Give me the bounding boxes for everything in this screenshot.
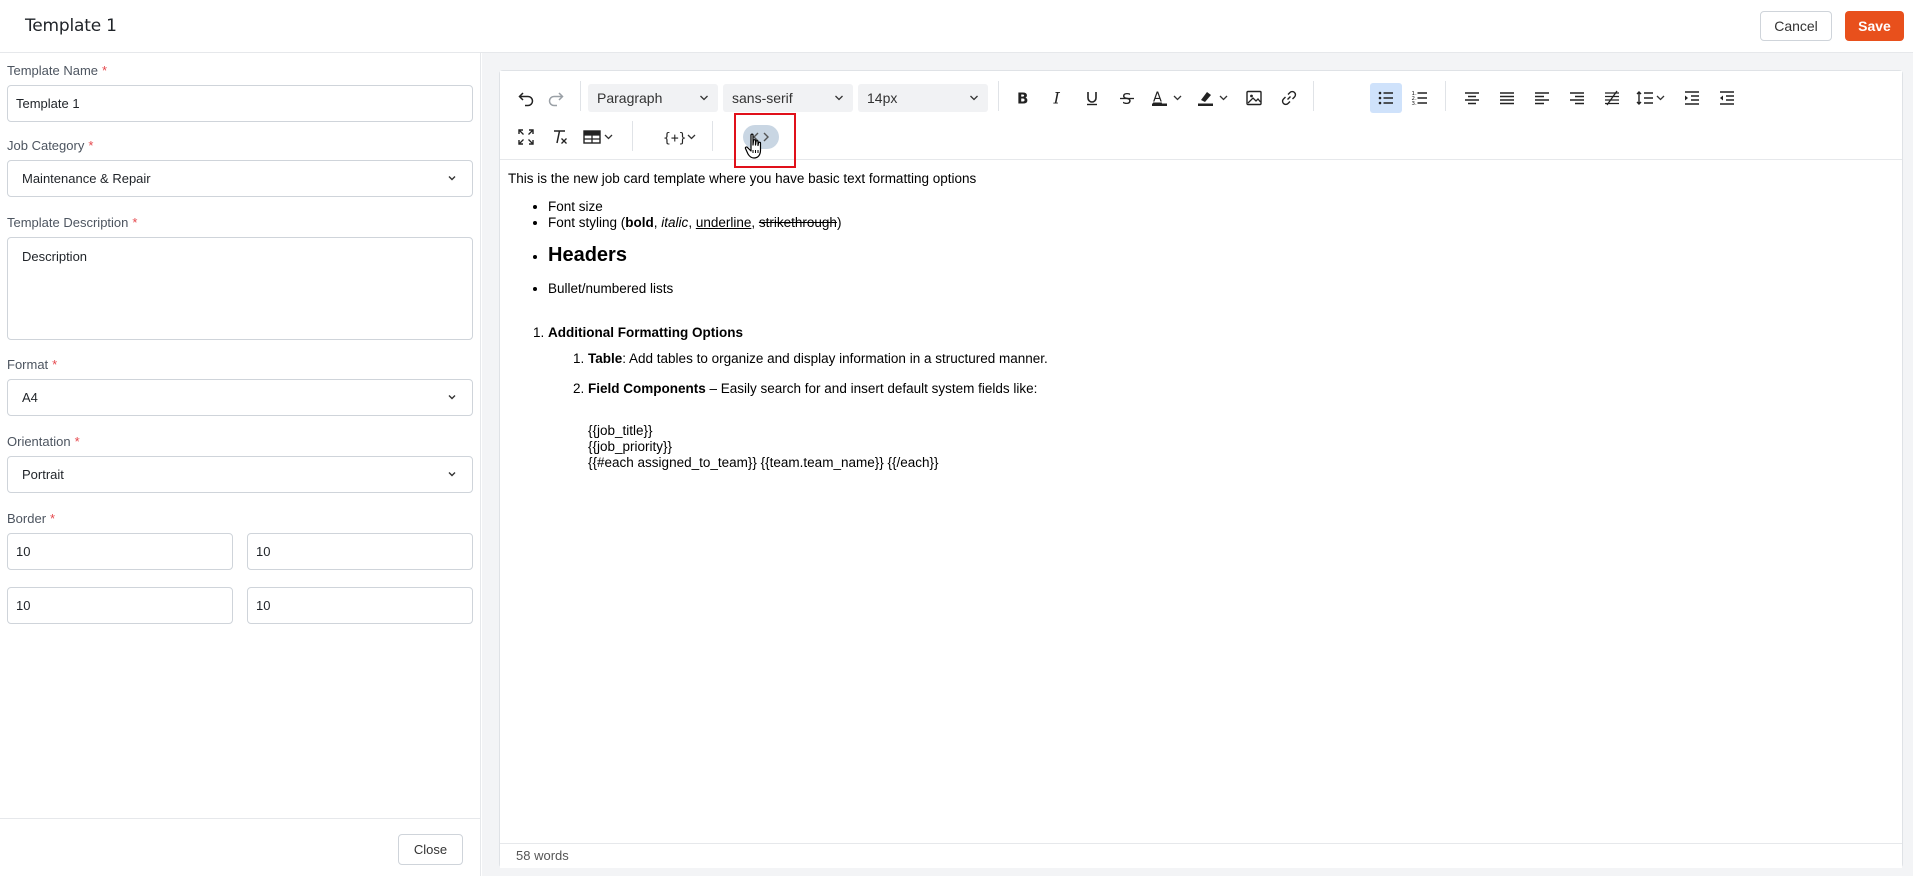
list-item: Font size	[548, 199, 1888, 215]
orientation-value: Portrait	[22, 467, 64, 482]
chevron-down-icon	[448, 176, 456, 181]
border-right-input[interactable]: 10	[247, 533, 473, 570]
align-right-icon[interactable]	[1563, 83, 1591, 113]
list-item: Field Components – Easily search for and…	[588, 381, 1888, 397]
feature-bullet-list: Font size Font styling (bold, italic, un…	[508, 199, 1888, 297]
template-settings-panel: Template Name * Template 1 Job Category * …	[0, 53, 481, 876]
clear-formatting-icon[interactable]	[546, 122, 574, 152]
strikethrough-icon[interactable]: S	[1113, 83, 1141, 113]
placeholder-line: {{job_priority}}	[588, 439, 673, 454]
job-category-value: Maintenance & Repair	[22, 171, 151, 186]
svg-text:A: A	[1153, 91, 1162, 106]
rich-text-editor: Paragraph sans-serif 14px B I S A 1. 2. …	[499, 70, 1903, 868]
close-button[interactable]: Close	[398, 834, 463, 865]
orientation-label: Orientation *	[7, 434, 80, 449]
font-size-value: 14px	[867, 90, 898, 106]
hand-cursor-icon	[744, 133, 762, 159]
border-left-input[interactable]: 10	[247, 587, 473, 624]
border-top-input[interactable]: 10	[7, 533, 233, 570]
toolbar-separator	[712, 121, 713, 151]
job-category-select[interactable]: Maintenance & Repair	[7, 160, 473, 197]
cancel-button[interactable]: Cancel	[1760, 11, 1832, 41]
chevron-down-icon	[448, 472, 456, 477]
placeholder-line: {{#each assigned_to_team}} {{team.team_n…	[588, 455, 939, 470]
editor-area: Paragraph sans-serif 14px B I S A 1. 2. …	[482, 53, 1913, 876]
format-value: A4	[22, 390, 38, 405]
toolbar-separator	[1313, 81, 1314, 111]
toolbar-separator	[580, 81, 581, 111]
numbered-list-icon[interactable]: 1. 2. 3.	[1405, 83, 1435, 113]
svg-text:3.: 3.	[1412, 101, 1417, 107]
job-category-label: Job Category *	[7, 138, 94, 153]
nested-numbered-list: Table: Add tables to organize and displa…	[548, 351, 1888, 397]
ltr-rtl-icon[interactable]	[1598, 83, 1626, 113]
document-content[interactable]: This is the new job card template where …	[508, 171, 1888, 471]
undo-icon[interactable]	[512, 83, 540, 113]
top-bar: Template 1 Cancel Save	[0, 0, 1913, 53]
line-height-icon[interactable]	[1633, 83, 1671, 113]
font-family-value: sans-serif	[732, 90, 793, 106]
placeholder-line: {{job_title}}	[588, 423, 653, 438]
toolbar-separator	[632, 121, 633, 151]
table-icon[interactable]	[580, 122, 620, 152]
redo-icon[interactable]	[542, 83, 570, 113]
link-icon[interactable]	[1275, 83, 1303, 113]
italic-icon[interactable]: I	[1043, 83, 1071, 113]
image-icon[interactable]	[1240, 83, 1268, 113]
svg-text:I: I	[1053, 89, 1061, 107]
font-size-select[interactable]: 14px	[858, 84, 988, 112]
word-count-status: 58 words	[500, 843, 1902, 868]
numbered-list: Additional Formatting Options Table: Add…	[508, 325, 1888, 397]
field-placeholder-block: {{job_title}} {{job_priority}} {{#each a…	[508, 423, 1888, 471]
headers-heading: Headers	[548, 244, 627, 266]
template-description-textarea[interactable]: Description	[7, 237, 473, 340]
fullscreen-icon[interactable]	[512, 122, 540, 152]
chevron-down-icon	[970, 95, 978, 101]
block-format-value: Paragraph	[597, 90, 663, 106]
highlight-color-icon[interactable]	[1194, 83, 1234, 113]
format-label: Format *	[7, 357, 58, 372]
format-select[interactable]: A4	[7, 379, 473, 416]
border-bottom-input[interactable]: 10	[7, 587, 233, 624]
bullet-list-icon[interactable]	[1370, 83, 1402, 113]
block-format-select[interactable]: Paragraph	[588, 84, 718, 112]
field-component-icon[interactable]: {+}	[660, 122, 700, 152]
align-center-icon[interactable]	[1458, 83, 1486, 113]
list-item: Headers	[548, 243, 1888, 267]
intro-paragraph: This is the new job card template where …	[508, 171, 977, 186]
toolbar-separator	[1445, 81, 1446, 111]
left-panel-footer: Close	[0, 818, 480, 876]
template-name-input[interactable]: Template 1	[7, 85, 473, 122]
underline-icon[interactable]	[1078, 83, 1106, 113]
bold-icon[interactable]: B	[1008, 83, 1036, 113]
save-button[interactable]: Save	[1845, 11, 1904, 41]
orientation-select[interactable]: Portrait	[7, 456, 473, 493]
align-left-icon[interactable]	[1528, 83, 1556, 113]
list-item: Bullet/numbered lists	[548, 281, 1888, 297]
list-item: Font styling (bold, italic, underline, s…	[548, 215, 1888, 231]
editor-toolbar: Paragraph sans-serif 14px B I S A 1. 2. …	[500, 71, 1902, 168]
page-title: Template 1	[25, 16, 117, 36]
chevron-down-icon	[700, 95, 708, 101]
svg-text:B: B	[1017, 90, 1028, 108]
svg-text:{+}: {+}	[663, 131, 686, 146]
border-label: Border *	[7, 511, 56, 526]
justify-icon[interactable]	[1493, 83, 1521, 113]
indent-icon[interactable]	[1678, 83, 1706, 113]
toolbar-separator	[998, 81, 999, 111]
template-name-label: Template Name *	[7, 63, 108, 78]
list-item: Table: Add tables to organize and displa…	[588, 351, 1888, 367]
list-item: Additional Formatting Options Table: Add…	[548, 325, 1888, 397]
chevron-down-icon	[835, 95, 843, 101]
template-description-label: Template Description *	[7, 215, 138, 230]
chevron-down-icon	[448, 395, 456, 400]
text-color-icon[interactable]: A	[1148, 83, 1188, 113]
font-family-select[interactable]: sans-serif	[723, 84, 853, 112]
outdent-icon[interactable]	[1713, 83, 1741, 113]
